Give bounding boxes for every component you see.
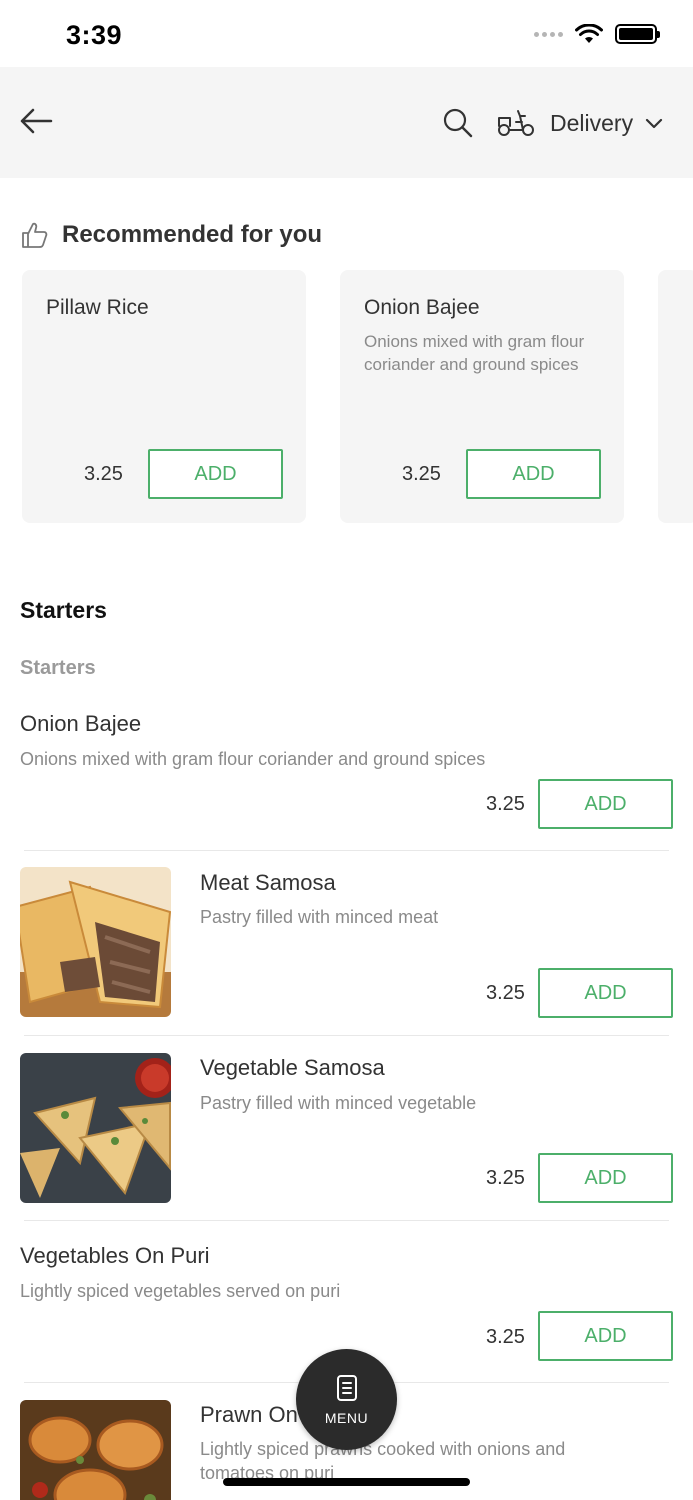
- recommended-item-description: Onions mixed with gram flour coriander a…: [364, 332, 585, 374]
- scooter-icon: [498, 110, 534, 136]
- menu-item-name: Onion Bajee: [20, 711, 142, 736]
- add-button[interactable]: ADD: [538, 968, 673, 1018]
- menu-item-description: Pastry filled with minced meat: [200, 907, 439, 927]
- menu-item[interactable]: Onion Bajee Onions mixed with gram flour…: [0, 700, 693, 850]
- status-icons: [534, 24, 660, 44]
- chevron-down-icon: [645, 118, 663, 129]
- recommended-item-name: Onion Bajee: [364, 296, 480, 319]
- menu-item-name: Vegetable Samosa: [200, 1055, 385, 1080]
- menu-item-description: Pastry filled with minced vegetable: [200, 1093, 477, 1113]
- menu-item-description: Onions mixed with gram flour coriander a…: [20, 749, 486, 769]
- vegetable-samosa-image: [20, 1053, 171, 1203]
- divider: [24, 1220, 669, 1221]
- top-nav: Delivery: [0, 67, 693, 178]
- recommended-card[interactable]: Onion Bajee Onions mixed with gram flour…: [340, 270, 624, 523]
- menu-item-price: 3.25: [486, 1167, 525, 1189]
- recommended-card-partial[interactable]: [658, 270, 693, 523]
- menu-fab-button[interactable]: MENU: [296, 1349, 397, 1450]
- search-icon: [443, 108, 473, 138]
- section-title: Starters: [20, 597, 107, 623]
- cellular-signal-icon: [534, 31, 563, 37]
- menu-item[interactable]: Vegetable Samosa Pastry filled with minc…: [0, 1037, 693, 1220]
- menu-item-name: Vegetables On Puri: [20, 1243, 210, 1268]
- menu-book-icon: [336, 1374, 357, 1401]
- add-button[interactable]: ADD: [538, 779, 673, 829]
- back-button[interactable]: [18, 105, 54, 137]
- menu-item-price: 3.25: [486, 793, 525, 815]
- recommended-card[interactable]: Pillaw Rice 3.25 ADD: [22, 270, 306, 523]
- subsection-title: Starters: [20, 657, 96, 679]
- recommended-header: Recommended for you: [20, 220, 322, 250]
- menu-item-name: Meat Samosa: [200, 870, 336, 895]
- meat-samosa-image: [20, 867, 171, 1017]
- status-time: 3:39: [66, 20, 123, 50]
- menu-item-description: Lightly spiced vegetables served on puri: [20, 1281, 341, 1301]
- prawn-puri-image: [20, 1400, 171, 1500]
- menu-item-price: 3.25: [486, 1326, 525, 1348]
- add-button[interactable]: ADD: [148, 449, 283, 499]
- recommended-item-price: 3.25: [402, 463, 441, 485]
- search-button[interactable]: [442, 107, 474, 139]
- add-button[interactable]: ADD: [466, 449, 601, 499]
- add-button[interactable]: ADD: [538, 1153, 673, 1203]
- home-indicator[interactable]: [223, 1478, 470, 1486]
- delivery-selector[interactable]: Delivery: [496, 103, 663, 143]
- delivery-label: Delivery: [550, 109, 634, 136]
- menu-item[interactable]: Meat Samosa Pastry filled with minced me…: [0, 852, 693, 1035]
- menu-fab-label: MENU: [324, 1409, 369, 1426]
- recommended-title: Recommended for you: [62, 221, 323, 248]
- wifi-icon: [575, 24, 603, 43]
- add-button[interactable]: ADD: [538, 1311, 673, 1361]
- recommended-item-price: 3.25: [84, 463, 123, 485]
- back-arrow-icon: [20, 108, 53, 134]
- menu-item-price: 3.25: [486, 982, 525, 1004]
- divider: [24, 850, 669, 851]
- battery-icon: [615, 24, 660, 44]
- thumbs-up-icon: [22, 222, 48, 248]
- recommended-item-name: Pillaw Rice: [46, 296, 149, 319]
- divider: [24, 1035, 669, 1036]
- status-bar: 3:39: [0, 0, 693, 67]
